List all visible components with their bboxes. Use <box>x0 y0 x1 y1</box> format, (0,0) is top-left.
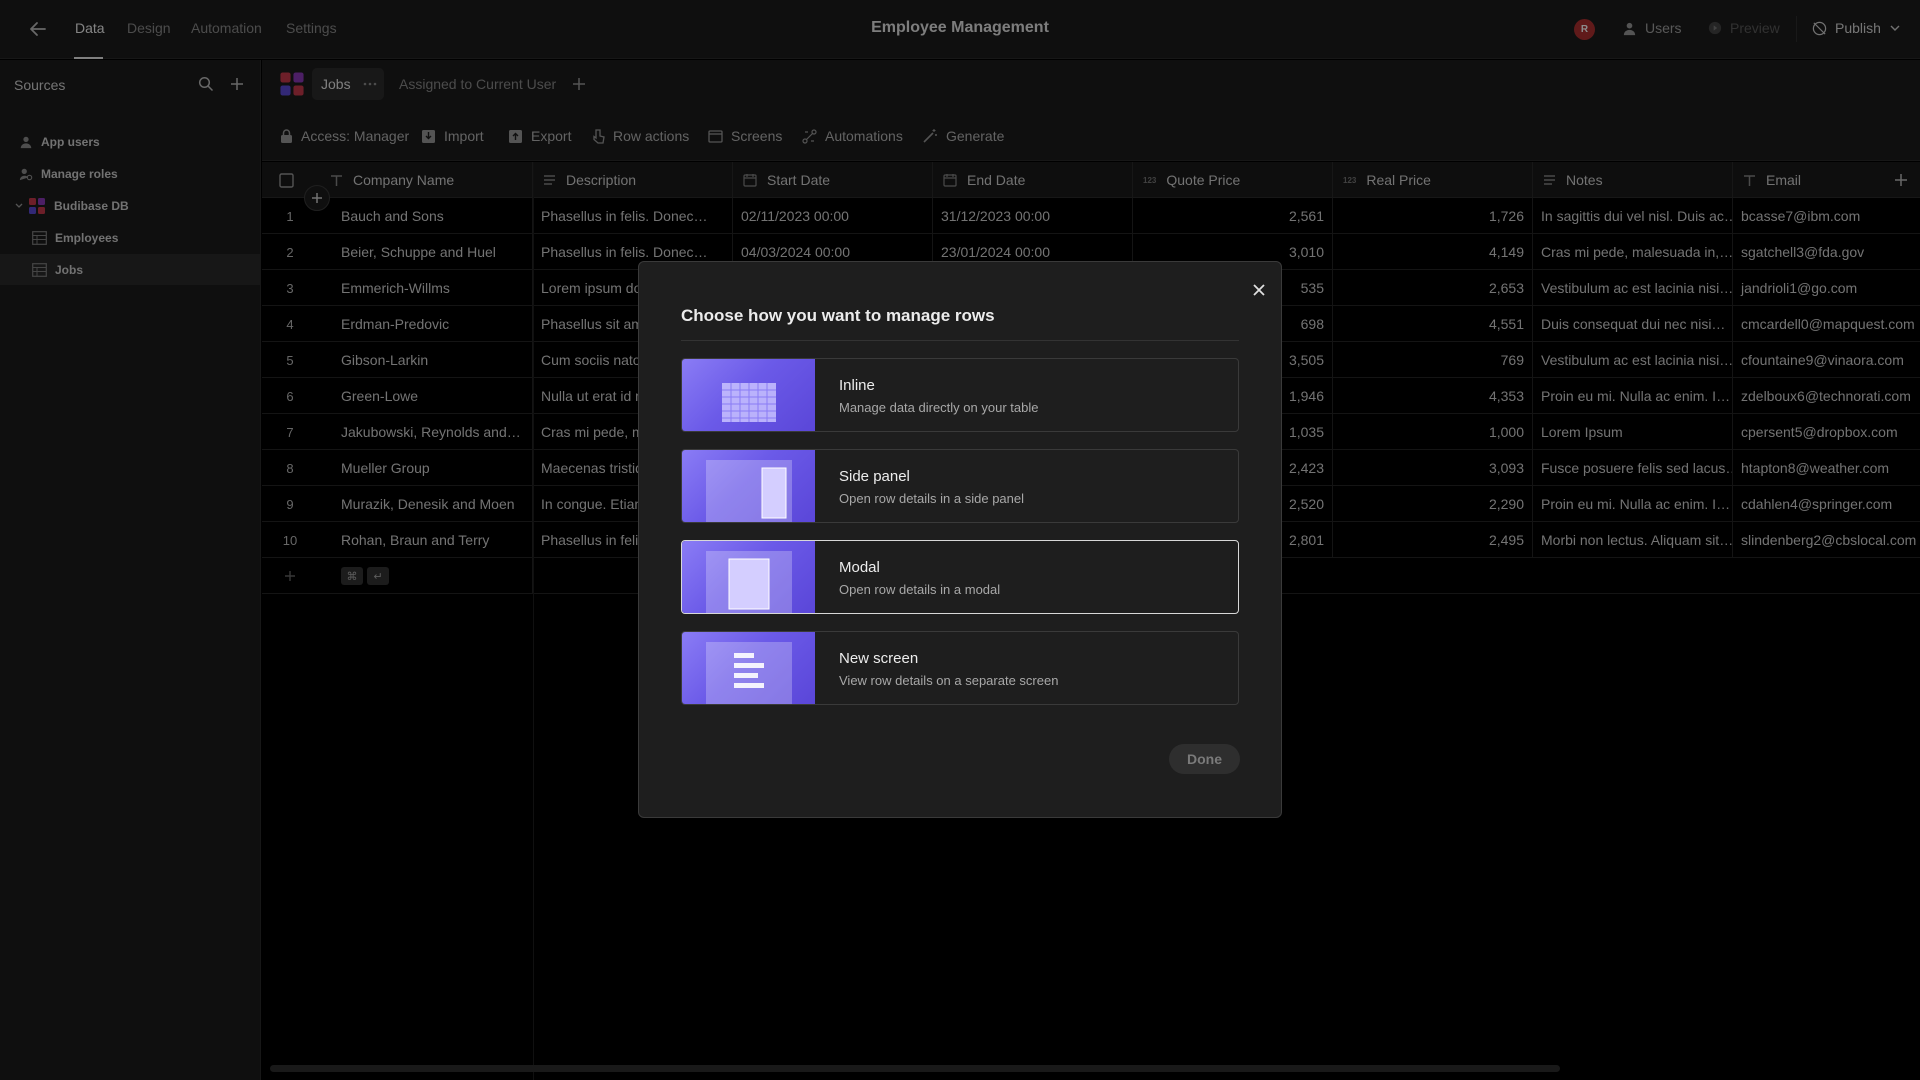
new-screen-illustration <box>682 632 815 704</box>
option-modal[interactable]: Modal Open row details in a modal <box>681 540 1239 614</box>
option-title: Inline <box>839 377 875 394</box>
option-new-screen[interactable]: New screen View row details on a separat… <box>681 631 1239 705</box>
option-title: Side panel <box>839 468 910 485</box>
side-panel-illustration <box>682 450 815 522</box>
option-side-panel[interactable]: Side panel Open row details in a side pa… <box>681 449 1239 523</box>
option-title: Modal <box>839 559 880 576</box>
inline-illustration <box>682 359 815 431</box>
option-description: Open row details in a modal <box>839 582 1001 597</box>
option-description: Open row details in a side panel <box>839 491 1025 506</box>
option-title: New screen <box>839 650 919 667</box>
modal-illustration <box>682 541 815 613</box>
manage-rows-modal: Choose how you want to manage rows Inlin… <box>638 261 1282 818</box>
option-description: View row details on a separate screen <box>839 673 1059 688</box>
close-icon[interactable] <box>1248 279 1270 301</box>
modal-title: Choose how you want to manage rows <box>681 306 995 325</box>
modal-divider <box>681 340 1239 341</box>
option-description: Manage data directly on your table <box>839 400 1039 415</box>
done-button[interactable]: Done <box>1169 744 1240 774</box>
option-inline[interactable]: Inline Manage data directly on your tabl… <box>681 358 1239 432</box>
